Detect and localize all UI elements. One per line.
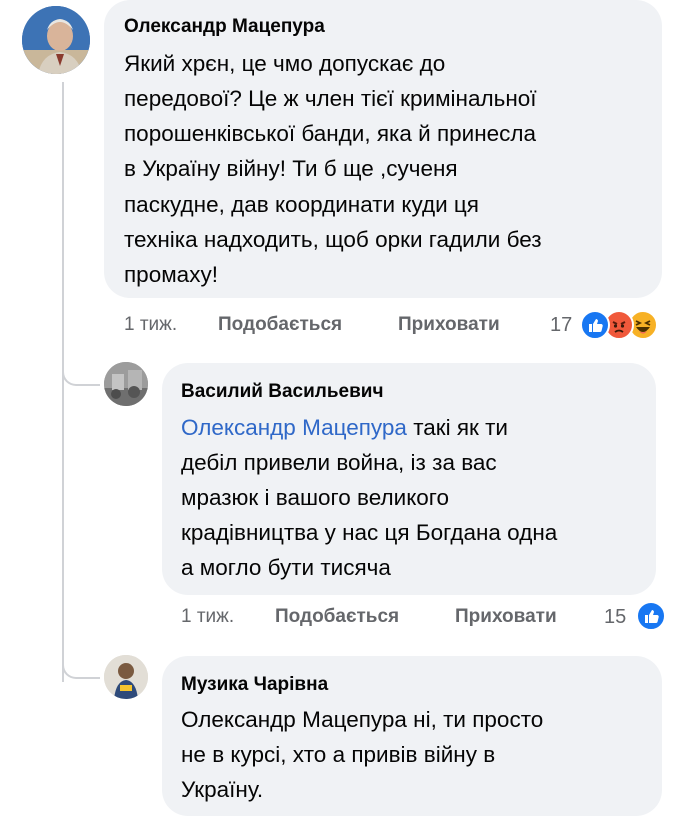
comment-timestamp[interactable]: 1 тиж. — [181, 606, 234, 628]
hide-button[interactable]: Приховати — [455, 606, 557, 628]
comment-line: промаху! — [124, 262, 218, 287]
like-icon — [636, 601, 666, 631]
comment-line: передової? Це ж член тієї кримінальної — [124, 86, 537, 111]
comment-author[interactable]: Музика Чарівна — [181, 674, 328, 696]
comment-line: Олександр Мацепура ні, ти просто — [181, 707, 544, 732]
avatar[interactable] — [104, 655, 148, 699]
comment-line: Олександр Мацепура такі як ти — [181, 410, 508, 446]
comment-author[interactable]: Олександр Мацепура — [124, 16, 325, 38]
comment-line: техніка надходить, щоб орки гадили без — [124, 227, 542, 252]
thread-line — [62, 82, 64, 682]
comment-line: в Україну війну! Ти б ще ,сученя — [124, 156, 458, 181]
hide-button[interactable]: Приховати — [398, 314, 500, 336]
comment-line: мразюк і вашого великого — [181, 485, 450, 510]
reaction-count[interactable]: 15 — [604, 606, 626, 629]
comment-line: паскудне, дав координати куди ця — [124, 192, 479, 217]
avatar[interactable] — [22, 6, 90, 74]
comment-author[interactable]: Василий Васильевич — [181, 381, 384, 403]
comment-line: дебіл привели война, із за вас — [181, 450, 497, 475]
comment-timestamp[interactable]: 1 тиж. — [124, 314, 177, 336]
like-icon — [580, 310, 610, 340]
like-button[interactable]: Подобається — [218, 314, 342, 336]
comment-line: Який хрєн, це чмо допускає до — [124, 51, 446, 76]
thread-connector — [62, 655, 100, 679]
mention-link[interactable]: Олександр Мацепура — [181, 415, 407, 440]
thread-connector — [62, 362, 100, 386]
comment-line: порошенківської банди, яка й принесла — [124, 121, 537, 146]
comment-line: не в курсі, хто а привів війну в — [181, 742, 496, 767]
reaction-count[interactable]: 17 — [550, 314, 572, 337]
comment-line: а могло бути тисяча — [181, 555, 391, 580]
comment-line: Україну. — [181, 777, 264, 802]
avatar[interactable] — [104, 362, 148, 406]
comment-line-rest: такі як ти — [406, 415, 509, 440]
like-button[interactable]: Подобається — [275, 606, 399, 628]
comment-line: крадівництва у нас ця Богдана одна — [181, 520, 558, 545]
